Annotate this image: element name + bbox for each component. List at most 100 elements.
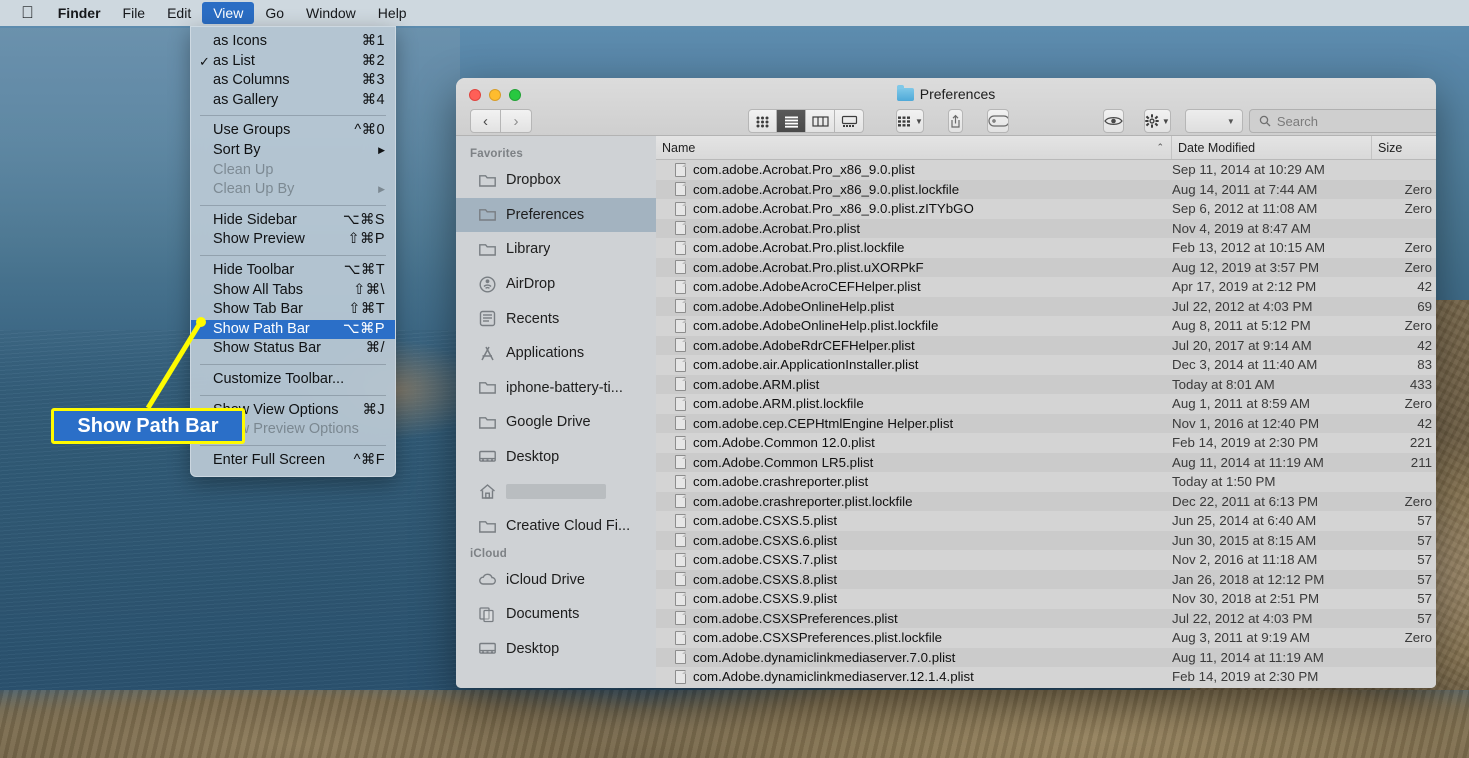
- view-menu-item-hide-toolbar[interactable]: Hide Toolbar⌥⌘T: [191, 261, 395, 281]
- finder-sidebar[interactable]: FavoritesDropboxPreferencesLibraryAirDro…: [456, 136, 656, 688]
- sidebar-item-iphone-battery-ti[interactable]: iphone-battery-ti...: [456, 371, 656, 406]
- macos-menu-bar[interactable]:  FinderFileEditViewGoWindowHelp: [0, 0, 1469, 26]
- table-row[interactable]: com.adobe.CSXSPreferences.plistJul 22, 2…: [656, 609, 1436, 629]
- navigation-buttons[interactable]: ‹ ›: [470, 109, 532, 133]
- menu-item-label: as Icons: [213, 32, 348, 52]
- sidebar-item-icloud-drive[interactable]: iCloud Drive: [456, 563, 656, 598]
- table-row[interactable]: com.adobe.Acrobat.Pro.plist.lockfileFeb …: [656, 238, 1436, 258]
- column-header-size[interactable]: Size: [1372, 136, 1436, 159]
- table-row[interactable]: com.adobe.CSXS.8.plistJan 26, 2018 at 12…: [656, 570, 1436, 590]
- gallery-view-button[interactable]: [835, 109, 864, 133]
- table-row[interactable]: com.Adobe.dynamiclinkmediaserver.12.1.4.…: [656, 667, 1436, 687]
- sidebar-item-google-drive[interactable]: Google Drive: [456, 405, 656, 440]
- menubar-item-go[interactable]: Go: [254, 2, 295, 24]
- table-row[interactable]: com.adobe.CSXS.5.plistJun 25, 2014 at 6:…: [656, 511, 1436, 531]
- table-row[interactable]: com.Adobe.Common LR5.plistAug 11, 2014 a…: [656, 453, 1436, 473]
- forward-button[interactable]: ›: [501, 109, 532, 133]
- view-menu-item-customize-toolbar[interactable]: Customize Toolbar...: [191, 370, 395, 390]
- file-list-panel[interactable]: Name ⌃ Date Modified Size com.adobe.Acro…: [656, 136, 1436, 688]
- column-headers[interactable]: Name ⌃ Date Modified Size: [656, 136, 1436, 160]
- menubar-item-window[interactable]: Window: [295, 2, 367, 24]
- view-menu-item-hide-sidebar[interactable]: Hide Sidebar⌥⌘S: [191, 211, 395, 231]
- table-row[interactable]: com.adobe.CSXSPreferences.plist.lockfile…: [656, 628, 1436, 648]
- view-menu-item-as-icons[interactable]: as Icons⌘1: [191, 32, 395, 52]
- file-rows-container[interactable]: com.adobe.Acrobat.Pro_x86_9.0.plistSep 1…: [656, 160, 1436, 688]
- table-row[interactable]: com.adobe.cep.CEPHtmlEngine Helper.plist…: [656, 414, 1436, 434]
- back-button[interactable]: ‹: [470, 109, 501, 133]
- view-menu-item-sort-by[interactable]: Sort By▶: [191, 141, 395, 161]
- file-name-cell: com.adobe.Acrobat.Pro_x86_9.0.plist.lock…: [656, 182, 1172, 197]
- icon-view-button[interactable]: [748, 109, 777, 133]
- menubar-item-file[interactable]: File: [112, 2, 157, 24]
- table-row[interactable]: com.adobe.CSXS.9.plistNov 30, 2018 at 2:…: [656, 589, 1436, 609]
- sidebar-item-preferences[interactable]: Preferences: [456, 198, 656, 233]
- finder-window[interactable]: Preferences ‹ ›: [456, 78, 1436, 688]
- table-row[interactable]: com.adobe.Acrobat.Pro.plist.uXORPkFAug 1…: [656, 258, 1436, 278]
- share-button[interactable]: [948, 109, 963, 133]
- table-row[interactable]: com.adobe.AdobeAcroCEFHelper.plistApr 17…: [656, 277, 1436, 297]
- table-row[interactable]: com.adobe.air.ApplicationInstaller.plist…: [656, 355, 1436, 375]
- view-menu-item-as-gallery[interactable]: as Gallery⌘4: [191, 91, 395, 111]
- tag-button[interactable]: [987, 109, 1009, 133]
- action-menu-button[interactable]: ▼: [1144, 109, 1171, 133]
- column-header-name[interactable]: Name ⌃: [656, 136, 1172, 159]
- view-menu-item-show-path-bar[interactable]: Show Path Bar⌥⌘P: [191, 320, 395, 340]
- sidebar-item-applications[interactable]: Applications: [456, 336, 656, 371]
- view-mode-buttons[interactable]: [748, 109, 864, 133]
- file-size-cell: 57: [1372, 513, 1436, 528]
- table-row[interactable]: com.Adobe.dynamiclinkmediaserver.7.0.pli…: [656, 648, 1436, 668]
- sidebar-item-library[interactable]: Library: [456, 232, 656, 267]
- group-by-button[interactable]: ▼: [896, 109, 924, 133]
- sidebar-item-home[interactable]: [456, 474, 656, 509]
- table-row[interactable]: com.adobe.ARM.plistToday at 8:01 AM433: [656, 375, 1436, 395]
- table-row[interactable]: com.adobe.CSXS.7.plistNov 2, 2016 at 11:…: [656, 550, 1436, 570]
- column-view-button[interactable]: [806, 109, 835, 133]
- menubar-item-help[interactable]: Help: [367, 2, 418, 24]
- view-menu-item-use-groups[interactable]: Use Groups^⌘0: [191, 121, 395, 141]
- apple-logo-icon[interactable]: : [8, 4, 47, 21]
- menubar-item-edit[interactable]: Edit: [156, 2, 202, 24]
- quick-look-button[interactable]: [1103, 109, 1124, 133]
- table-row[interactable]: com.adobe.AdobeOnlineHelp.plistJul 22, 2…: [656, 297, 1436, 317]
- sidebar-item-dropbox[interactable]: Dropbox: [456, 163, 656, 198]
- table-row[interactable]: com.adobe.Acrobat.Pro_x86_9.0.plistSep 1…: [656, 160, 1436, 180]
- table-row[interactable]: com.adobe.Acrobat.Pro.plistNov 4, 2019 a…: [656, 219, 1436, 239]
- table-row[interactable]: com.adobe.crashreporter.plist.lockfileDe…: [656, 492, 1436, 512]
- view-menu-item-show-status-bar[interactable]: Show Status Bar⌘/: [191, 339, 395, 359]
- list-view-button[interactable]: [777, 109, 806, 133]
- file-size-cell: 57: [1372, 611, 1436, 626]
- window-title-bar[interactable]: Preferences ‹ ›: [456, 78, 1436, 136]
- view-menu-item-show-tab-bar[interactable]: Show Tab Bar⇧⌘T: [191, 300, 395, 320]
- view-menu-item-show-all-tabs[interactable]: Show All Tabs⇧⌘\: [191, 281, 395, 301]
- table-row[interactable]: com.adobe.AdobeOnlineHelp.plist.lockfile…: [656, 316, 1436, 336]
- view-menu-item-enter-full-screen[interactable]: Enter Full Screen^⌘F: [191, 451, 395, 471]
- finder-toolbar[interactable]: ‹ ›: [456, 106, 1436, 136]
- search-area[interactable]: ▼ Search: [1185, 109, 1436, 133]
- view-menu-item-show-preview[interactable]: Show Preview⇧⌘P: [191, 230, 395, 250]
- sidebar-item-airdrop[interactable]: AirDrop: [456, 267, 656, 302]
- menu-item-shortcut: ⌥⌘T: [330, 261, 385, 281]
- table-row[interactable]: com.adobe.crashreporter.plistToday at 1:…: [656, 472, 1436, 492]
- view-menu-item-as-columns[interactable]: as Columns⌘3: [191, 71, 395, 91]
- menubar-item-view[interactable]: View: [202, 2, 254, 24]
- sidebar-item-creative-cloud-fi[interactable]: Creative Cloud Fi...: [456, 509, 656, 544]
- view-menu-item-as-list[interactable]: ✓as List⌘2: [191, 52, 395, 72]
- search-input[interactable]: Search: [1249, 109, 1436, 133]
- menubar-item-finder[interactable]: Finder: [47, 2, 112, 24]
- table-row[interactable]: com.adobe.AdobeRdrCEFHelper.plistJul 20,…: [656, 336, 1436, 356]
- column-header-date[interactable]: Date Modified: [1172, 136, 1372, 159]
- sidebar-section-header-icloud: iCloud: [456, 544, 656, 563]
- sidebar-item-documents[interactable]: Documents: [456, 597, 656, 632]
- menu-item-shortcut: ⇧⌘T: [334, 300, 385, 320]
- sidebar-item-label: Library: [506, 241, 550, 257]
- sidebar-item-desktop[interactable]: Desktop: [456, 440, 656, 475]
- arrange-dropdown[interactable]: ▼: [1185, 109, 1243, 133]
- table-row[interactable]: com.adobe.ARM.plist.lockfileAug 1, 2011 …: [656, 394, 1436, 414]
- sidebar-item-desktop[interactable]: Desktop: [456, 632, 656, 667]
- table-row[interactable]: com.Adobe.Common 12.0.plistFeb 14, 2019 …: [656, 433, 1436, 453]
- table-row[interactable]: com.adobe.Acrobat.Pro_x86_9.0.plist.zITY…: [656, 199, 1436, 219]
- table-row[interactable]: com.adobe.Acrobat.Pro_x86_9.0.plist.lock…: [656, 180, 1436, 200]
- folder-icon: [478, 172, 497, 189]
- sidebar-item-recents[interactable]: Recents: [456, 301, 656, 336]
- table-row[interactable]: com.adobe.CSXS.6.plistJun 30, 2015 at 8:…: [656, 531, 1436, 551]
